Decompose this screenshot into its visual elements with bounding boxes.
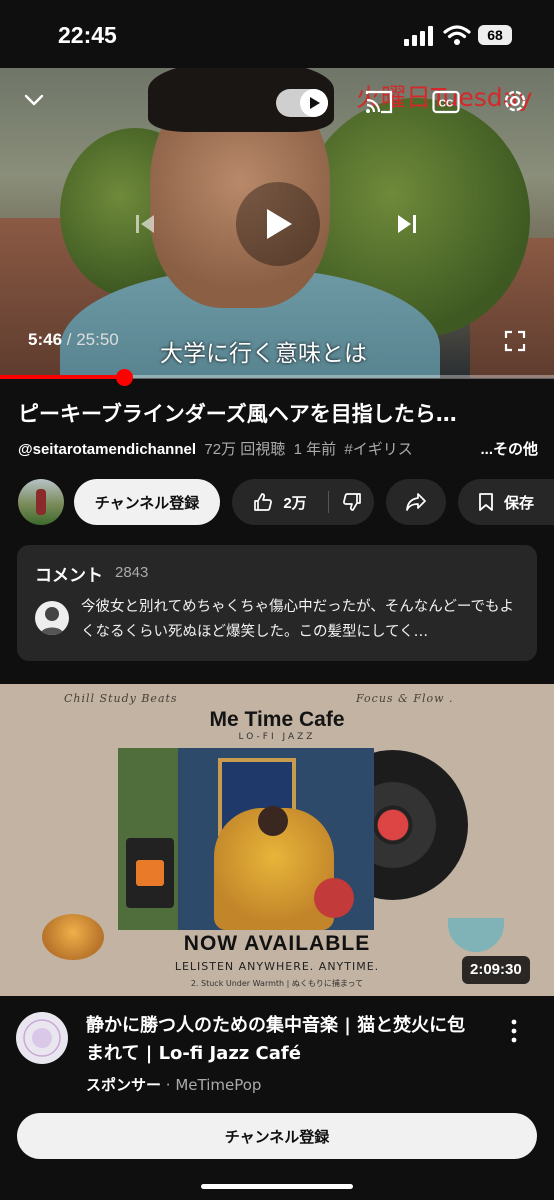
- comments-panel[interactable]: コメント 2843 今彼女と別れてめちゃくちゃ傷心中だったが、そんなんどーでもよ…: [17, 545, 537, 661]
- video-player[interactable]: 火曜日Tuesday CC 5:46 / 25:50 大学に行く意味とは: [0, 68, 554, 378]
- channel-handle[interactable]: @seitarotamendichannel: [18, 441, 196, 458]
- progress-scrubber[interactable]: [115, 369, 133, 386]
- home-indicator: [201, 1184, 353, 1189]
- top-comment: 今彼女と別れてめちゃくちゃ傷心中だったが、そんなんどーでもよくなるくらい死ぬほど…: [81, 599, 514, 640]
- ad-thumb-caption: Focus & Flow .: [356, 692, 454, 705]
- next-icon[interactable]: [384, 201, 430, 247]
- share-icon: [406, 493, 426, 511]
- thumbs-down-icon: [342, 493, 361, 511]
- upload-age: 1 年前: [293, 441, 337, 458]
- channel-avatar[interactable]: [18, 479, 64, 525]
- ad-sponsor-line: スポンサー · MeTimePop: [86, 1074, 261, 1095]
- thumbs-up-icon: [254, 493, 273, 511]
- comments-heading: コメント: [35, 566, 103, 586]
- ad-brand: Me Time Cafe: [209, 708, 345, 731]
- video-meta[interactable]: @seitarotamendichannel 72万 回視聴 1 年前 #イギリ…: [18, 438, 538, 459]
- ad-brand-sub: LO-FI JAZZ: [238, 732, 316, 742]
- ad-channel-avatar[interactable]: [16, 1012, 68, 1064]
- commenter-avatar: [35, 601, 69, 635]
- ad-artwork: [118, 748, 374, 930]
- status-time: 22:45: [58, 22, 117, 48]
- share-button[interactable]: [386, 479, 446, 525]
- more-vert-icon[interactable]: [500, 1016, 528, 1046]
- play-icon: [300, 89, 328, 117]
- stool-image: [314, 878, 354, 918]
- figure-head: [258, 806, 288, 836]
- play-icon: [267, 209, 292, 239]
- closed-captions-icon[interactable]: CC: [432, 90, 460, 114]
- ad-subscribe-button[interactable]: チャンネル登録: [17, 1113, 537, 1159]
- more-link[interactable]: ...その他: [476, 438, 538, 459]
- ad-duration-badge: 2:09:30: [462, 956, 530, 984]
- fullscreen-icon[interactable]: [504, 330, 526, 352]
- time-separator: /: [62, 330, 77, 349]
- status-bar: 22:45 68: [0, 0, 554, 68]
- wifi-icon: [443, 25, 471, 45]
- cellular-signal-icon: [404, 26, 433, 46]
- progress-fill: [0, 375, 124, 379]
- ad-now-available: NOW AVAILABLE: [183, 932, 371, 955]
- hashtag[interactable]: #イギリス: [344, 441, 412, 458]
- play-button[interactable]: [236, 182, 320, 266]
- bookmark-icon: [479, 493, 493, 511]
- ad-thumbnail[interactable]: Chill Study Beats Focus & Flow . Me Time…: [0, 684, 554, 996]
- duration: 25:50: [76, 330, 119, 349]
- subscribe-button[interactable]: チャンネル登録: [74, 479, 220, 525]
- ad-thumb-caption: Chill Study Beats: [64, 692, 178, 705]
- save-label: 保存: [503, 493, 534, 512]
- chevron-down-icon[interactable]: [20, 86, 48, 114]
- like-dislike-group: 2万: [232, 479, 374, 525]
- playback-time: 5:46 / 25:50: [28, 330, 119, 350]
- cast-icon[interactable]: [364, 88, 394, 116]
- previous-icon[interactable]: [122, 201, 168, 247]
- video-subtitle: 大学に行く意味とは: [160, 341, 367, 367]
- comments-count: 2843: [115, 564, 149, 581]
- sponsor-label: スポンサー: [86, 1076, 162, 1094]
- current-time: 5:46: [28, 330, 63, 349]
- ad-title[interactable]: 静かに勝つ人のための集中音楽 | 猫と焚火に包まれて | Lo-fi Jazz …: [86, 1012, 482, 1068]
- like-button[interactable]: 2万: [232, 479, 328, 525]
- svg-text:CC: CC: [439, 99, 453, 110]
- gear-icon[interactable]: [500, 86, 530, 116]
- dislike-button[interactable]: [329, 479, 374, 525]
- separator-dot: ·: [161, 1076, 176, 1094]
- autoplay-toggle[interactable]: [276, 89, 328, 117]
- fire-image: [136, 860, 164, 886]
- battery-icon: 68: [478, 25, 512, 45]
- view-count: 72万 回視聴: [204, 441, 286, 458]
- like-count: 2万: [283, 494, 307, 512]
- video-title[interactable]: ピーキーブラインダーズ風ヘアを目指したら…: [18, 398, 538, 428]
- advertiser-name[interactable]: MeTimePop: [175, 1076, 261, 1094]
- save-button[interactable]: 保存: [458, 479, 554, 525]
